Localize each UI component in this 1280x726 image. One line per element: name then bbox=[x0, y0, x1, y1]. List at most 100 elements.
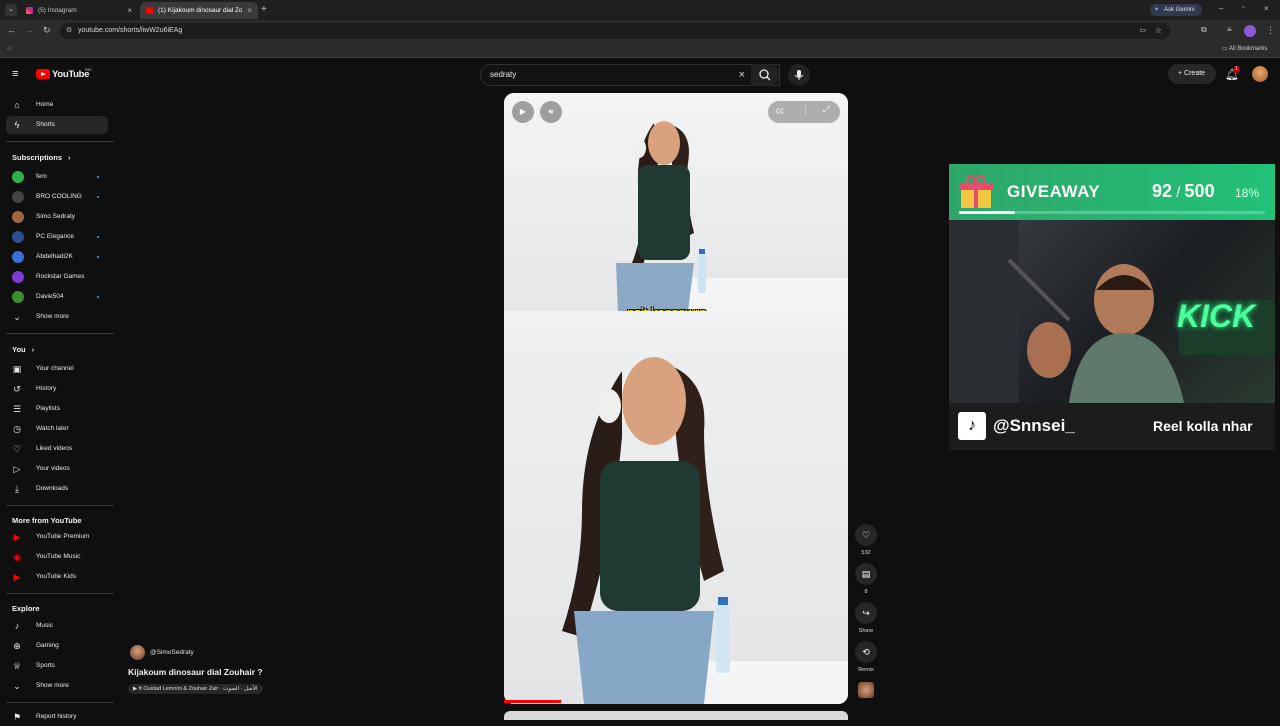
cast-icon[interactable]: ▭ bbox=[1139, 23, 1146, 39]
account-avatar[interactable] bbox=[1252, 66, 1268, 82]
tab-title: (1) Kijakoum dinosaur dial Zou... bbox=[158, 7, 242, 14]
ask-gemini-label: Ask Gemini bbox=[1164, 7, 1195, 13]
tab-instagram[interactable]: (5) Instagram × bbox=[20, 2, 138, 19]
divider bbox=[6, 593, 114, 594]
minimize-icon[interactable]: – bbox=[1219, 4, 1223, 13]
play-button[interactable]: ▶ bbox=[512, 101, 534, 123]
short-title[interactable]: Kijakoum dinosaur dial Zouhair ? bbox=[128, 667, 263, 677]
music-chip[interactable]: ▶ ft Ouidad Lemnini & Zouhair Zair · الأ… bbox=[128, 684, 263, 694]
divider bbox=[6, 333, 114, 334]
sidebar-item-shorts[interactable]: ϟ Shorts bbox=[6, 116, 108, 134]
sidebar-item-gaming[interactable]: ⊕ Gaming bbox=[6, 637, 108, 655]
remix-button[interactable]: ⟲ bbox=[855, 641, 877, 663]
maximize-icon[interactable]: ▫ bbox=[1242, 4, 1244, 11]
sidebar-item-bro-cooling[interactable]: BRO COOLING bbox=[6, 188, 108, 206]
notification-badge: 1 bbox=[1233, 66, 1240, 73]
sidebar-item-youtube-premium[interactable]: ▶ YouTube Premium bbox=[6, 528, 108, 546]
extensions-icon[interactable]: ⧉ bbox=[1201, 25, 1207, 35]
sidebar-item-watch-later[interactable]: ◷ Watch later bbox=[6, 420, 108, 438]
like-button[interactable]: ♡ bbox=[855, 524, 877, 546]
youtube-logo-icon[interactable] bbox=[36, 69, 50, 79]
channel-avatar[interactable] bbox=[130, 645, 145, 660]
tab-list-icon[interactable]: ≡ bbox=[1227, 25, 1232, 34]
heart-icon: ♡ bbox=[861, 530, 871, 540]
playlists-icon: ☰ bbox=[12, 404, 22, 414]
sidebar-item-fem[interactable]: fem bbox=[6, 168, 108, 186]
site-info-icon[interactable]: ⚙ bbox=[66, 23, 72, 39]
new-content-dot bbox=[97, 296, 99, 298]
back-icon[interactable]: ← bbox=[7, 25, 16, 35]
url-field[interactable]: ⚙ youtube.com/shorts/liwW2u6iEAg ☆ ▭ bbox=[60, 23, 1170, 39]
sidebar-item-pc-elegance[interactable]: PC Elegance bbox=[6, 228, 108, 246]
social-handle-bar: ♪ @Snnsei_ Reel kolla nhar bbox=[949, 403, 1275, 450]
more-options-icon[interactable]: ⋮ bbox=[801, 105, 810, 116]
sidebar-item-label: Rockstar Games bbox=[36, 273, 85, 280]
bookmark-star-icon[interactable]: ☆ bbox=[1155, 23, 1162, 39]
tab-search-icon[interactable]: ⌄ bbox=[5, 4, 17, 16]
explore-show-more[interactable]: ⌄ Show more bbox=[6, 677, 108, 695]
clear-search-icon[interactable]: × bbox=[739, 65, 745, 85]
address-bar-row: ← → ↻ ⚙ youtube.com/shorts/liwW2u6iEAg ☆… bbox=[0, 20, 1280, 42]
volume-button[interactable]: 🔊︎ bbox=[540, 101, 562, 123]
home-icon: ⌂ bbox=[14, 100, 20, 110]
reload-icon[interactable]: ↻ bbox=[43, 25, 51, 36]
avatar bbox=[12, 191, 24, 203]
country-code: MA bbox=[85, 67, 92, 72]
sound-thumbnail[interactable] bbox=[858, 682, 874, 698]
sidebar-item-your-videos[interactable]: ▷ Your videos bbox=[6, 460, 108, 478]
menu-kebab-icon[interactable]: ⋮ bbox=[1266, 25, 1275, 36]
forward-icon[interactable]: → bbox=[25, 25, 34, 35]
giveaway-banner: GIVEAWAY 92 / 500 18% bbox=[949, 164, 1275, 220]
youtube-logo-text[interactable]: YouTube bbox=[52, 69, 89, 80]
subscriptions-show-more[interactable]: ⌄ Show more bbox=[6, 308, 108, 326]
share-button[interactable]: ↪ bbox=[855, 602, 877, 624]
sidebar-item-label: BRO COOLING bbox=[36, 193, 82, 200]
sidebar-item-sports[interactable]: ♕ Sports bbox=[6, 657, 108, 675]
share-label: Share bbox=[858, 628, 874, 634]
search-button[interactable] bbox=[751, 64, 779, 86]
close-icon[interactable]: × bbox=[127, 6, 132, 15]
music-icon: ♪ bbox=[14, 621, 20, 631]
sidebar-item-youtube-music[interactable]: ◉ YouTube Music bbox=[6, 548, 108, 566]
captions-icon[interactable]: ㏄ bbox=[776, 105, 784, 116]
tab-youtube[interactable]: (1) Kijakoum dinosaur dial Zou... × bbox=[140, 2, 258, 19]
sidebar-item-liked-videos[interactable]: ♡ Liked videos bbox=[6, 440, 108, 458]
sidebar-item-davie504[interactable]: Davie504 bbox=[6, 288, 108, 306]
bookmarks-bar: ⁘ ▭ All Bookmarks bbox=[0, 42, 1280, 58]
sidebar-item-label: Your videos bbox=[36, 465, 70, 472]
hamburger-menu-icon[interactable]: ≡ bbox=[12, 68, 18, 80]
next-short-preview[interactable] bbox=[504, 711, 848, 720]
apps-icon[interactable]: ⁘ bbox=[6, 44, 13, 53]
all-bookmarks-label: All Bookmarks bbox=[1229, 46, 1268, 52]
profile-avatar[interactable] bbox=[1244, 25, 1256, 37]
voice-search-button[interactable] bbox=[788, 64, 810, 86]
subscriptions-heading[interactable]: Subscriptions › bbox=[12, 153, 70, 162]
sidebar-item-music[interactable]: ♪ Music bbox=[6, 617, 108, 635]
channel-name[interactable]: @SimoSedraty bbox=[150, 649, 194, 656]
sidebar-item-downloads[interactable]: ⤓ Downloads bbox=[6, 480, 108, 498]
sidebar-item-simo-sedraty[interactable]: Simo Sedraty bbox=[6, 208, 108, 226]
ask-gemini-button[interactable]: ✦ Ask Gemini bbox=[1150, 4, 1202, 16]
sidebar-item-playlists[interactable]: ☰ Playlists bbox=[6, 400, 108, 418]
sidebar-item-report-history[interactable]: ⚑ Report history bbox=[6, 708, 108, 726]
sidebar-item-abdelhadi2k[interactable]: Abdelhadi2K bbox=[6, 248, 108, 266]
sidebar-item-label: Your channel bbox=[36, 365, 74, 372]
sidebar-item-home[interactable]: ⌂ Home bbox=[6, 96, 108, 114]
video-progress-bar[interactable] bbox=[504, 700, 561, 703]
shorts-video-player[interactable]: nsit kansawro ▶ 🔊︎ ㏄ ⋮ ⤢ bbox=[504, 93, 848, 704]
close-icon[interactable]: × bbox=[247, 6, 252, 15]
sidebar-item-youtube-kids[interactable]: ▶ YouTube Kids bbox=[6, 568, 108, 586]
sidebar-item-label: Music bbox=[36, 622, 53, 629]
all-bookmarks[interactable]: ▭ All Bookmarks bbox=[1222, 45, 1267, 52]
search-input[interactable]: sedraty × bbox=[480, 64, 780, 86]
create-button[interactable]: + Create bbox=[1168, 64, 1216, 84]
you-heading[interactable]: You › bbox=[12, 345, 34, 354]
sidebar-item-your-channel[interactable]: ▣ Your channel bbox=[6, 360, 108, 378]
window-close-icon[interactable]: × bbox=[1264, 4, 1269, 13]
new-tab-icon[interactable]: + bbox=[261, 4, 267, 15]
sidebar-item-history[interactable]: ↺ History bbox=[6, 380, 108, 398]
comment-button[interactable]: ▤ bbox=[855, 563, 877, 585]
sidebar-item-rockstar-games[interactable]: Rockstar Games bbox=[6, 268, 108, 286]
fullscreen-icon[interactable]: ⤢ bbox=[823, 105, 829, 115]
history-icon: ↺ bbox=[13, 384, 21, 394]
